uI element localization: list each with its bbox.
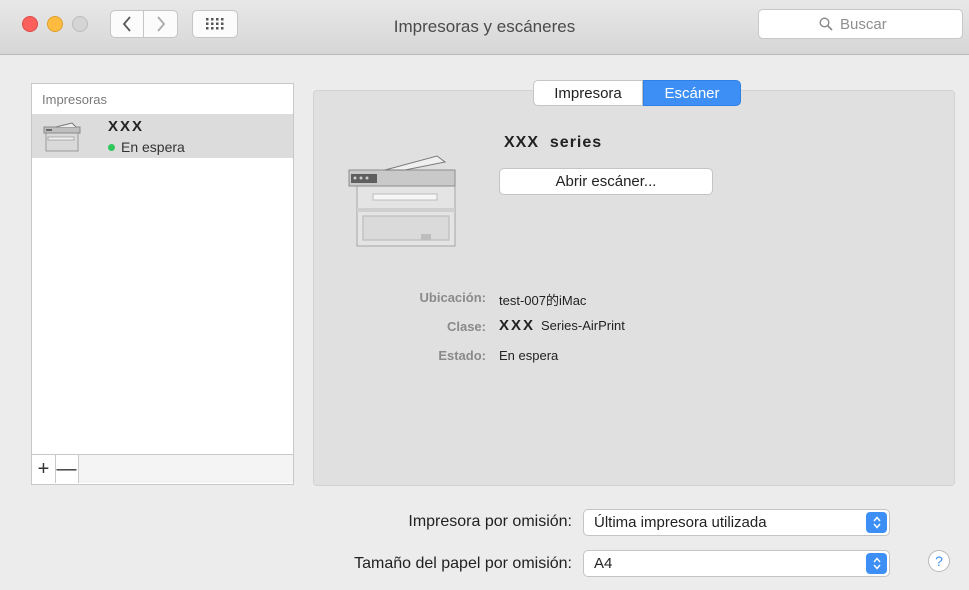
printer-list-header: Impresoras xyxy=(42,92,108,107)
location-label: Ubicación: xyxy=(419,290,486,305)
status-label: Estado: xyxy=(438,348,486,363)
tab-impresora[interactable]: Impresora xyxy=(533,80,643,106)
printer-list: Impresoras XXX En espera xyxy=(31,83,294,455)
footer-spacer xyxy=(79,455,293,483)
default-paper-popup[interactable]: A4 xyxy=(583,550,890,577)
add-printer-button[interactable]: + xyxy=(32,455,56,483)
default-printer-label: Impresora por omisión: xyxy=(408,513,572,530)
status-dot-icon xyxy=(108,144,115,151)
status-value: En espera xyxy=(499,348,559,363)
class-mark: XXX xyxy=(499,317,536,334)
printer-list-item[interactable]: XXX En espera xyxy=(32,114,293,158)
open-scanner-button[interactable]: Abrir escáner... xyxy=(499,168,713,195)
default-paper-value: A4 xyxy=(594,555,613,572)
updown-arrows-icon xyxy=(866,512,887,533)
device-series-mark: XXX xyxy=(504,134,540,151)
printer-image-icon xyxy=(348,155,456,247)
device-series-title: XXX series xyxy=(504,134,602,152)
printer-list-footer: + — xyxy=(31,455,294,485)
default-paper-label: Tamaño del papel por omisión: xyxy=(354,555,572,572)
location-value: test-007的iMac xyxy=(499,293,587,308)
search-placeholder: Buscar xyxy=(840,16,887,33)
updown-arrows-icon xyxy=(866,553,887,574)
help-button[interactable]: ? xyxy=(928,550,950,572)
search-field[interactable]: Buscar xyxy=(758,9,963,39)
class-value: XXX Series-AirPrint xyxy=(499,317,625,334)
printer-status: En espera xyxy=(108,139,185,155)
remove-printer-button[interactable]: — xyxy=(55,455,79,483)
tab-escaner[interactable]: Escáner xyxy=(643,80,741,106)
default-printer-popup[interactable]: Última impresora utilizada xyxy=(583,509,890,536)
search-icon xyxy=(819,17,833,31)
class-value-text: Series-AirPrint xyxy=(541,318,625,333)
printer-name: XXX xyxy=(108,118,145,135)
default-printer-value: Última impresora utilizada xyxy=(594,514,767,531)
printer-thumbnail-icon xyxy=(43,122,81,152)
printer-status-text: En espera xyxy=(121,139,185,155)
class-label: Clase: xyxy=(446,319,486,334)
device-series-suffix: series xyxy=(549,134,603,151)
title-bar: Impresoras y escáneres Buscar xyxy=(0,0,969,55)
